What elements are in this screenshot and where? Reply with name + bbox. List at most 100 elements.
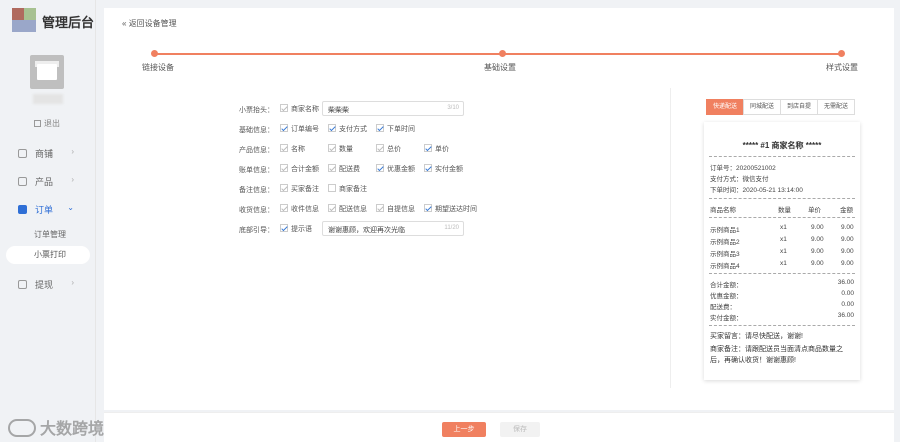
watermark: 大数跨境 xyxy=(8,415,104,439)
receipt-total-value: 36.00 xyxy=(837,312,854,319)
checkbox-pay-method[interactable]: 支付方式 xyxy=(328,124,367,134)
receipt-divider xyxy=(709,217,855,218)
form-row-footer: 底部引导： 提示语 谢谢惠顾，欢迎再次光临 11/20 xyxy=(234,221,564,237)
logo-icon xyxy=(12,8,36,32)
main-panel: « 返回设备管理 链接设备 基础设置 样式设置 小票抬头： 商家名称 柴柴柴 3/… xyxy=(104,8,894,410)
watermark-text: 大数跨境 xyxy=(40,421,105,438)
checkbox-paid[interactable]: 实付金额 xyxy=(424,164,463,174)
row-label: 底部引导： xyxy=(239,227,274,234)
form-row-header: 小票抬头： 商家名称 柴柴柴 3/10 xyxy=(234,101,564,117)
back-label: 返回设备管理 xyxy=(128,19,177,28)
receipt-item-name: 示例商品1 xyxy=(710,227,740,234)
receipt-divider xyxy=(709,156,855,157)
watermark-logo-icon xyxy=(8,419,36,437)
receipt-item-price: 9.00 xyxy=(811,236,824,243)
step-dot-2 xyxy=(499,50,506,57)
checkbox-name[interactable]: 名称 xyxy=(280,144,305,154)
row-label: 基础信息： xyxy=(239,127,274,134)
divider xyxy=(670,88,671,388)
receipt-divider xyxy=(709,325,855,326)
prev-step-button[interactable]: 上一步 xyxy=(442,422,486,437)
footer-bar: 上一步 保存 xyxy=(104,412,894,442)
receipt-buyer-message: 买家留言：请尽快配送，谢谢! xyxy=(710,333,803,340)
receipt-total-label: 实付金额： xyxy=(710,315,743,322)
checkbox-tip[interactable]: 提示语 xyxy=(280,224,312,234)
receipt-seller-note: 商家备注：请跟配送员当面清点商品数量之后，再确认收货！谢谢惠顾! xyxy=(710,346,843,364)
checkbox-delivery-info[interactable]: 配送信息 xyxy=(328,204,367,214)
logout-link[interactable]: 退出 xyxy=(34,118,60,129)
back-link[interactable]: « 返回设备管理 xyxy=(122,18,177,29)
chevron-down-icon: ⌄ xyxy=(67,203,74,212)
row-label: 账单信息： xyxy=(239,167,274,174)
form-row-bill: 账单信息： 合计金额 配送费 优惠金额 实付金额 xyxy=(234,161,564,177)
form-row-basic: 基础信息： 订单编号 支付方式 下单时间 xyxy=(234,121,564,137)
receipt-divider xyxy=(709,198,855,199)
receipt-pay-method: 支付方式：微信支付 xyxy=(710,176,769,183)
checkbox-total[interactable]: 总价 xyxy=(376,144,401,154)
receipt-item-name: 示例商品3 xyxy=(710,251,740,258)
footer-text-input[interactable]: 谢谢惠顾，欢迎再次光临 11/20 xyxy=(322,221,464,236)
sidebar-item-label: 订单 xyxy=(35,205,54,215)
checkbox-discount[interactable]: 优惠金额 xyxy=(376,164,415,174)
checkbox-recipient[interactable]: 收件信息 xyxy=(280,204,319,214)
checkbox-order-time[interactable]: 下单时间 xyxy=(376,124,415,134)
checkbox-expected-time[interactable]: 期望送达时间 xyxy=(424,204,477,214)
sidebar-item-shop[interactable]: 商铺 › xyxy=(18,147,88,160)
checkbox-buyer-note[interactable]: 买家备注 xyxy=(280,184,319,194)
header-text-input[interactable]: 柴柴柴 3/10 xyxy=(322,101,464,116)
avatar[interactable] xyxy=(30,55,64,89)
logout-icon xyxy=(34,120,41,127)
receipt-total-label: 优惠金额： xyxy=(710,293,743,300)
form-row-product: 产品信息： 名称 数量 总价 单价 xyxy=(234,141,564,157)
receipt-order-time: 下单时间：2020-05-21 13:14:00 xyxy=(710,187,803,194)
checkbox-quantity[interactable]: 数量 xyxy=(328,144,353,154)
checkbox-store-name[interactable]: 商家名称 xyxy=(280,104,319,114)
row-label: 收货信息： xyxy=(239,207,274,214)
checkbox-delivery-fee[interactable]: 配送费 xyxy=(328,164,360,174)
receipt-item-qty: x1 xyxy=(780,260,787,267)
checkbox-subtotal[interactable]: 合计金额 xyxy=(280,164,319,174)
sidebar-subitem-receipt-print[interactable]: 小票打印 xyxy=(6,246,90,264)
receipt-item-name: 示例商品4 xyxy=(710,263,740,270)
checkbox-seller-note[interactable]: 商家备注 xyxy=(328,184,367,194)
step-label-link[interactable]: 链接设备 xyxy=(142,62,174,73)
receipt-total-value: 0.00 xyxy=(841,301,854,308)
sidebar-item-label: 提现 xyxy=(35,280,54,290)
form-row-shipping: 收货信息： 收件信息 配送信息 自提信息 期望送达时间 xyxy=(234,201,564,217)
checkbox-order-no[interactable]: 订单编号 xyxy=(280,124,319,134)
save-button[interactable]: 保存 xyxy=(500,422,540,437)
row-label: 小票抬头： xyxy=(239,107,274,114)
receipt-total-label: 合计金额： xyxy=(710,282,743,289)
tab-express[interactable]: 快递配送 xyxy=(706,99,745,115)
tab-same-city[interactable]: 同城配送 xyxy=(743,99,782,115)
chevron-right-icon: › xyxy=(71,147,74,156)
receipt-item-price: 9.00 xyxy=(811,224,824,231)
receipt-item-qty: x1 xyxy=(780,224,787,231)
receipt-preview: ***** #1 商家名称 ***** 订单号：20200521002 支付方式… xyxy=(704,122,860,380)
sidebar-subitem-order-manage[interactable]: 订单管理 xyxy=(34,229,66,240)
sidebar-item-product[interactable]: 产品 › xyxy=(18,175,88,188)
receipt-divider xyxy=(709,273,855,274)
sidebar-item-label: 产品 xyxy=(35,177,54,187)
sidebar: 管理后台 退出 商铺 › 产品 › 订单 ⌄ 订单管理 小票打印 提现 › xyxy=(0,0,96,442)
checkbox-pickup-info[interactable]: 自提信息 xyxy=(376,204,415,214)
logout-label: 退出 xyxy=(44,119,60,128)
sidebar-item-withdraw[interactable]: 提现 › xyxy=(18,278,88,291)
sidebar-item-order[interactable]: 订单 ⌄ xyxy=(18,203,88,216)
order-icon xyxy=(18,205,27,214)
receipt-item-amount: 9.00 xyxy=(841,224,854,231)
form-row-notes: 备注信息： 买家备注 商家备注 xyxy=(234,181,564,197)
receipt-item-name: 示例商品2 xyxy=(710,239,740,246)
receipt-item-price: 9.00 xyxy=(811,260,824,267)
receipt-header-qty: 数量 xyxy=(778,207,791,214)
step-dot-3 xyxy=(838,50,845,57)
double-chevron-left-icon: « xyxy=(122,19,127,28)
checkbox-unit-price[interactable]: 单价 xyxy=(424,144,449,154)
receipt-header-amount: 金额 xyxy=(840,207,853,214)
receipt-header-name: 商品名称 xyxy=(710,207,736,214)
step-label-basic[interactable]: 基础设置 xyxy=(484,62,516,73)
tab-pickup[interactable]: 到店自提 xyxy=(780,99,819,115)
tab-no-delivery[interactable]: 无需配送 xyxy=(817,99,856,115)
receipt-item-amount: 9.00 xyxy=(841,260,854,267)
step-label-style[interactable]: 样式设置 xyxy=(826,62,858,73)
